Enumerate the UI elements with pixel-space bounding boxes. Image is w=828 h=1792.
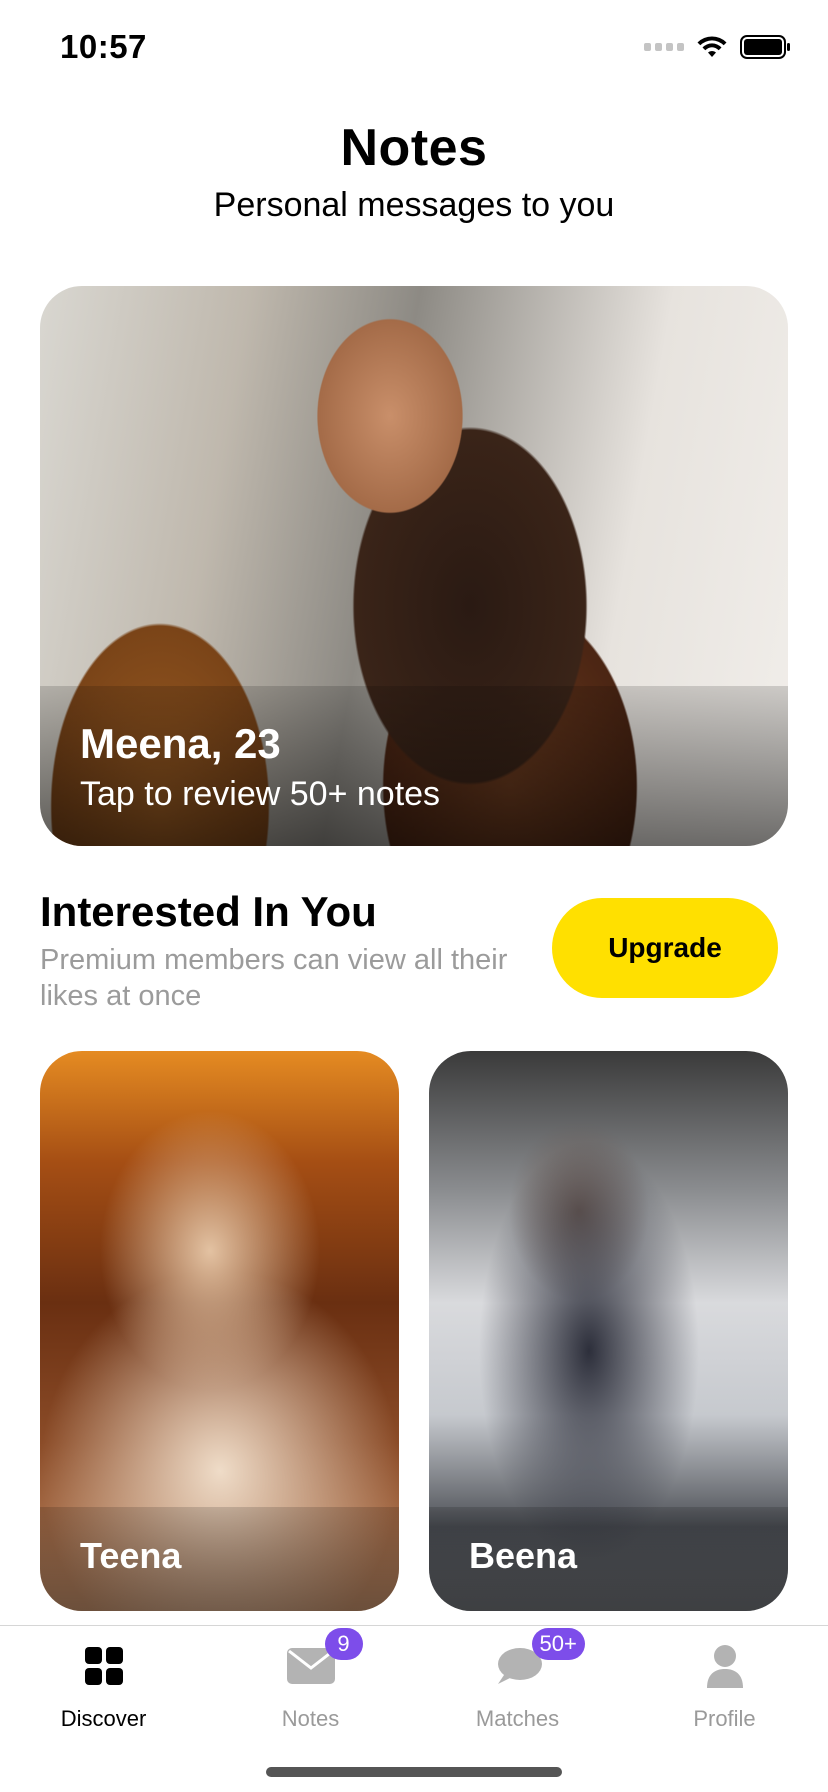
upgrade-button[interactable]: Upgrade bbox=[552, 898, 778, 998]
review-notes-text: Tap to review 50+ notes bbox=[80, 775, 441, 813]
featured-notes-card[interactable]: Meena, 23 Tap to review 50+ notes bbox=[40, 286, 788, 846]
tab-matches[interactable]: 50+ Matches bbox=[414, 1628, 621, 1746]
tab-notes[interactable]: 9 Notes bbox=[207, 1628, 414, 1746]
like-card[interactable]: Teena bbox=[40, 1051, 399, 1611]
battery-icon bbox=[740, 34, 792, 60]
tab-label: Discover bbox=[60, 1706, 147, 1731]
like-card[interactable]: Beena bbox=[429, 1051, 788, 1611]
tab-profile[interactable]: Profile bbox=[621, 1636, 828, 1746]
notes-badge: 9 bbox=[324, 1628, 363, 1660]
home-indicator bbox=[266, 1767, 562, 1777]
page-title: Notes bbox=[340, 119, 488, 177]
grid-icon bbox=[74, 1636, 134, 1696]
page-subtitle: Personal messages to you bbox=[213, 186, 615, 224]
tab-label: Profile bbox=[693, 1706, 756, 1731]
wifi-icon bbox=[696, 35, 728, 59]
cellular-signal-icon bbox=[644, 43, 684, 51]
section-description: Premium members can view all their likes… bbox=[40, 944, 508, 1012]
envelope-icon: 9 bbox=[281, 1628, 363, 1696]
status-icons bbox=[644, 34, 792, 60]
profile-name-age: Meena, 23 bbox=[80, 720, 281, 767]
tab-label: Notes bbox=[281, 1706, 340, 1731]
like-name: Beena bbox=[469, 1535, 578, 1576]
tab-label: Matches bbox=[475, 1706, 560, 1731]
interested-section: Interested In You Premium members can vi… bbox=[40, 888, 788, 1018]
page-header: Notes Personal messages to you bbox=[0, 118, 828, 225]
person-icon bbox=[695, 1636, 755, 1696]
matches-badge: 50+ bbox=[531, 1628, 585, 1660]
like-name: Teena bbox=[80, 1535, 182, 1576]
tab-discover[interactable]: Discover bbox=[0, 1636, 207, 1746]
status-bar: 10:57 bbox=[0, 0, 828, 100]
status-time: 10:57 bbox=[60, 28, 147, 65]
chat-bubble-icon: 50+ bbox=[488, 1628, 585, 1696]
